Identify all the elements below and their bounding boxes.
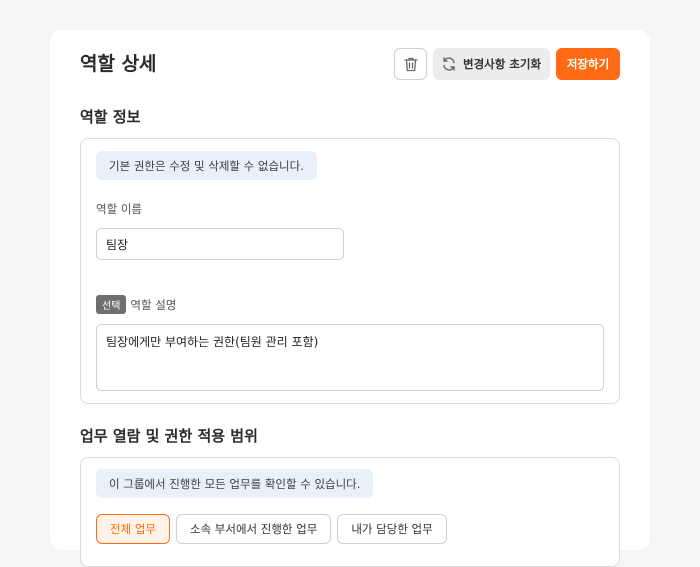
role-description-label: 역할 설명	[130, 297, 177, 312]
role-info-title: 역할 정보	[80, 108, 141, 126]
delete-button[interactable]	[394, 48, 427, 80]
scope-option-mine[interactable]: 내가 담당한 업무	[337, 514, 447, 544]
trash-icon	[403, 56, 419, 73]
role-name-label: 역할 이름	[96, 202, 142, 216]
default-role-notice: 기본 권한은 수정 및 삭제할 수 없습니다.	[96, 151, 317, 180]
role-description-label-row: 선택 역할 설명	[96, 295, 176, 314]
refresh-icon	[441, 56, 457, 72]
role-info-panel: 기본 권한은 수정 및 삭제할 수 없습니다. 역할 이름 선택 역할 설명 팀…	[80, 138, 620, 404]
role-description-input[interactable]: 팀장에게만 부여하는 권한(팀원 관리 포함)	[96, 324, 604, 391]
scope-option-department[interactable]: 소속 부서에서 진행한 업무	[175, 514, 332, 544]
scope-panel: 이 그룹에서 진행한 모든 업무를 확인할 수 있습니다. 전체 업무 소속 부…	[80, 457, 620, 567]
optional-badge: 선택	[96, 295, 127, 314]
reset-changes-label: 변경사항 초기화	[463, 57, 542, 71]
page-title: 역할 상세	[80, 53, 157, 75]
scope-option-all[interactable]: 전체 업무	[96, 514, 170, 544]
scope-notice: 이 그룹에서 진행한 모든 업무를 확인할 수 있습니다.	[96, 469, 374, 498]
scope-options: 전체 업무 소속 부서에서 진행한 업무 내가 담당한 업무	[96, 514, 447, 544]
role-detail-card: 역할 상세 변경사항 초기화 저장하기 역할 정보 기본 권한은 수정 및 삭제…	[50, 30, 650, 567]
save-button[interactable]: 저장하기	[556, 48, 620, 80]
scope-title: 업무 열람 및 권한 적용 범위	[80, 427, 258, 445]
reset-changes-button[interactable]: 변경사항 초기화	[433, 48, 550, 80]
role-name-input[interactable]	[96, 228, 344, 260]
